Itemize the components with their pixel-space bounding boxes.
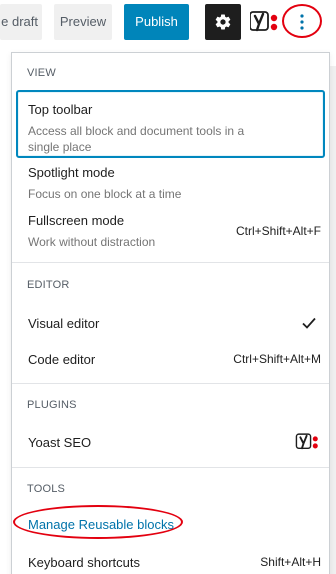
menu-item-label: Yoast SEO (28, 435, 92, 450)
menu-item-label: Spotlight mode (28, 165, 115, 180)
menu-item-fullscreen-mode[interactable]: Fullscreen mode Work without distraction… (16, 210, 325, 254)
more-tools-button[interactable] (284, 4, 320, 40)
editor-page: e draft Preview Publish VIEW Top toolbar… (0, 0, 336, 574)
menu-item-visual-editor[interactable]: Visual editor (16, 313, 325, 335)
more-vertical-icon (300, 14, 304, 30)
save-draft-button[interactable]: e draft (0, 4, 42, 40)
menu-group-editor-label: EDITOR (27, 279, 70, 291)
menu-item-label: Fullscreen mode (28, 213, 125, 228)
check-icon (302, 317, 316, 329)
menu-item-label: Code editor (28, 352, 96, 367)
menu-separator (12, 262, 329, 263)
more-menu-dropdown: VIEW Top toolbar Access all block and do… (11, 52, 330, 574)
menu-item-manage-reusable-blocks[interactable]: Manage Reusable blocks (16, 514, 325, 536)
yoast-logo-icon (295, 433, 318, 450)
menu-item-yoast-seo[interactable]: Yoast SEO (16, 429, 325, 455)
page-scrollbar[interactable] (330, 66, 336, 574)
menu-item-label: Keyboard shortcuts (28, 555, 141, 570)
menu-item-shortcut: Ctrl+Shift+Alt+F (235, 224, 321, 238)
menu-item-description: Work without distraction (28, 235, 156, 249)
settings-button[interactable] (205, 4, 241, 40)
menu-item-top-toolbar[interactable]: Top toolbar Access all block and documen… (16, 90, 325, 158)
menu-item-shortcut: Ctrl+Shift+Alt+M (233, 352, 321, 366)
menu-item-keyboard-shortcuts[interactable]: Keyboard shortcuts Shift+Alt+H (16, 552, 325, 574)
menu-group-plugins-label: PLUGINS (27, 399, 77, 411)
menu-item-spotlight-mode[interactable]: Spotlight mode Focus on one block at a t… (16, 161, 325, 205)
menu-item-description: Focus on one block at a time (28, 187, 182, 201)
menu-separator (12, 467, 329, 468)
menu-group-tools-label: TOOLS (27, 483, 66, 495)
menu-item-shortcut: Shift+Alt+H (260, 555, 321, 569)
menu-group-view-label: VIEW (27, 67, 56, 79)
menu-item-description: Access all block and document tools in a… (28, 124, 245, 154)
publish-button[interactable]: Publish (124, 4, 189, 40)
editor-header-toolbar: e draft Preview Publish (0, 0, 336, 46)
yoast-logo-icon (249, 11, 278, 32)
menu-item-label: Top toolbar (28, 102, 93, 117)
yoast-toolbar-button[interactable] (249, 8, 282, 36)
menu-item-label: Manage Reusable blocks (28, 517, 174, 532)
menu-item-code-editor[interactable]: Code editor Ctrl+Shift+Alt+M (16, 349, 325, 371)
preview-button[interactable]: Preview (54, 4, 112, 40)
gear-icon (215, 14, 231, 30)
menu-item-label: Visual editor (28, 316, 100, 331)
menu-separator (12, 383, 329, 384)
